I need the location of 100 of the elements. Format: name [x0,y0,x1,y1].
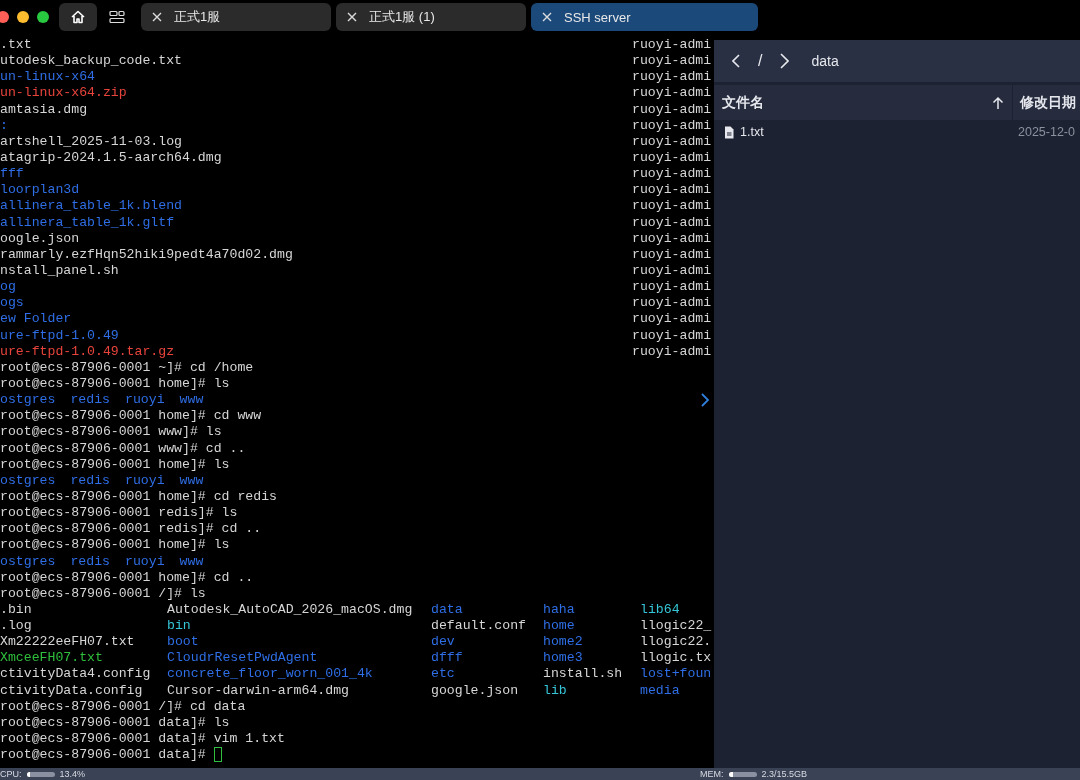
directory-name: ostgres [0,472,56,489]
file-name: ruoyi-admi [632,85,712,102]
link-name: bin [167,618,192,635]
file-name: ruoyi-admi [632,230,712,247]
window-minimize-button[interactable] [17,11,29,23]
file-name: ruoyi-admi [632,311,712,328]
command-line: root@ecs-87906-0001 ~]# cd /home [0,359,254,376]
directory-name: www [179,392,204,409]
file-name[interactable]: 1.txt [740,125,1002,139]
meter-label: MEM: [700,768,724,780]
file-name: nstall_panel.sh [0,262,120,280]
file-name: llogic22_ [640,618,712,635]
directory-name: ostgres [0,392,56,409]
close-icon[interactable] [542,12,552,22]
file-name: ruoyi-admi [632,133,712,150]
forward-icon[interactable] [780,53,790,69]
directory-name: loorplan3d [0,182,81,199]
file-icon [724,125,734,139]
file-name: ruoyi-admi [632,37,712,54]
close-icon[interactable] [152,12,162,22]
window-zoom-button[interactable] [37,11,49,23]
file-name: llogic.tx [640,650,712,667]
file-name: artshell_2025-11-03.log [0,133,184,150]
directory-name: ogs [0,295,25,312]
file-name: rammarly.ezfHqn52hiki9pedt4a70d02.dmg [0,246,294,263]
directory-name: data [431,601,464,619]
command-line: root@ecs-87906-0001 redis]# ls [0,505,238,522]
directory-name: haha [543,601,576,619]
file-name: llogic22. [640,634,712,651]
command-line: root@ecs-87906-0001 home]# ls [0,537,230,554]
file-name: .bin [0,601,33,619]
directory-name: dfff [431,650,464,667]
back-icon[interactable] [732,54,740,68]
file-name: ruoyi-admi [632,166,712,183]
command-line: root@ecs-87906-0001 data]# vim 1.txt [0,731,285,748]
meter-reading: 2.3/15.5GB [761,768,808,780]
command-line: root@ecs-87906-0001 data]# ls [0,714,230,732]
path-root[interactable]: / [758,52,763,70]
file-name: ctivityData4.config [0,666,152,683]
file-name: ruoyi-admi [632,182,712,199]
file-name: ctivityData.config [0,682,144,699]
file-name: ruoyi-admi [632,69,712,86]
directory-name: media [640,682,680,699]
directory-name: allinera_table_1k.blend [0,198,184,215]
file-name: ruoyi-admi [632,117,712,134]
command-line: root@ecs-87906-0001 www]# ls [0,424,222,441]
home-icon [70,9,86,25]
layout-icon[interactable] [109,10,125,24]
directory-name: home2 [543,634,584,651]
link-name: lib [543,682,568,699]
close-icon[interactable] [347,12,357,22]
tab[interactable]: 正式1服 [141,3,331,31]
directory-name: ure-ftpd-1.0.49 [0,327,120,344]
sort-arrow-icon[interactable] [992,95,1004,110]
directory-name: fff [0,166,25,183]
command-line: root@ecs-87906-0001 data]# [0,747,206,764]
file-name: Autodesk_AutoCAD_2026_macOS.dmg [167,601,414,619]
file-name: ruoyi-admi [632,262,712,280]
directory-name: allinera_table_1k.gltf [0,214,176,231]
directory-name: redis [70,553,110,570]
link-name: lib64 [640,601,680,619]
column-header[interactable]: 修改日期 [1020,93,1076,112]
directory-name: ruoyi [125,392,165,409]
command-line: root@ecs-87906-0001 www]# cd .. [0,440,246,457]
file-name: ruoyi-admi [632,279,712,296]
directory-name: ostgres [0,553,56,570]
command-line: root@ecs-87906-0001 home]# ls [0,375,230,393]
file-name: ruoyi-admi [632,150,712,167]
home-button[interactable] [59,3,97,31]
file-name: ruoyi-admi [632,295,712,312]
meter-reading: 13.4% [59,768,86,780]
directory-name: un-linux-x64 [0,69,96,86]
file-name: ruoyi-admi [632,343,712,360]
file-name: Cursor-darwin-arm64.dmg [167,682,351,699]
directory-name: www [179,472,204,489]
file-name: install.sh [543,666,624,683]
path-segment[interactable]: data [811,53,839,69]
directory-name: ruoyi [125,472,165,489]
file-name: ruoyi-admi [632,198,712,215]
command-line: root@ecs-87906-0001 redis]# cd .. [0,521,262,538]
file-name: ruoyi-admi [632,327,712,344]
column-header[interactable]: 文件名 [714,93,992,112]
directory-name: concrete_floor_worn_001_4k [167,666,374,683]
meter-label: CPU: [0,768,22,780]
file-name: oogle.json [0,230,81,247]
directory-name: ruoyi [125,553,165,570]
window-close-button[interactable] [0,11,9,23]
tab[interactable]: 正式1服 (1) [336,3,526,31]
command-line: root@ecs-87906-0001 home]# ls [0,456,230,473]
directory-name: redis [70,472,110,489]
file-name: ruoyi-admi [632,53,712,70]
directory-name: boot [167,634,200,651]
tab[interactable]: SSH server [531,3,758,31]
directory-name: lost+foun [640,666,712,683]
command-line: root@ecs-87906-0001 /]# ls [0,585,206,602]
chevron-right-icon[interactable] [700,392,710,408]
file-name: .txt [0,37,33,54]
file-name: default.conf [431,618,527,635]
directory-name: www [179,553,204,570]
file-name: Xm22222eeFH07.txt [0,634,136,651]
